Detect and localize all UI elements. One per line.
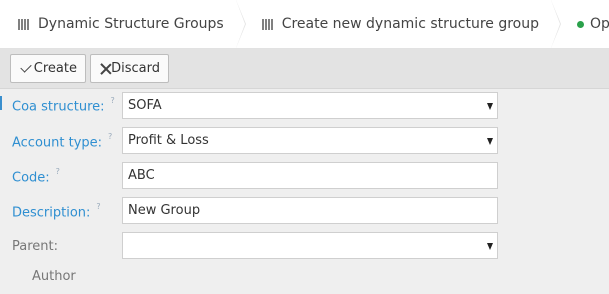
discard-button-label: Discard [111,61,160,76]
breadcrumb-item-dynamic-structure-groups[interactable]: Dynamic Structure Groups [0,0,246,48]
code-value: ABC [128,168,155,183]
breadcrumb-label: Create new dynamic structure group [281,16,539,32]
description-value: New Group [128,203,201,218]
coa-structure-value: SOFA [128,98,162,113]
toolbar: Create Discard [0,49,609,89]
parent-label: Parent: [12,239,58,254]
coa-structure-select[interactable]: SOFA [122,92,498,119]
breadcrumb-label: Dynamic Structure Groups [38,16,224,32]
close-icon [99,62,106,76]
status-label: Open [590,16,609,32]
dropdown-arrow-icon[interactable] [487,243,493,250]
list-icon [261,18,274,30]
account-type-value: Profit & Loss [128,133,209,148]
description-input[interactable]: New Group [122,197,498,224]
account-type-select[interactable]: Profit & Loss [122,127,498,154]
dropdown-arrow-icon[interactable] [487,138,493,145]
code-input[interactable]: ABC [122,162,498,189]
check-icon [19,62,29,76]
list-icon [18,18,30,30]
code-label: Code:? [12,167,60,186]
create-button-label: Create [33,61,77,76]
breadcrumb-item-create-group[interactable]: Create new dynamic structure group [235,0,562,48]
author-section-label: Author [32,269,76,284]
help-icon[interactable]: ? [56,167,60,176]
breadcrumb: Dynamic Structure Groups Create new dyna… [0,0,609,49]
coa-structure-label: Coa structure:? [12,96,115,115]
discard-button[interactable]: Discard [90,54,169,83]
create-button[interactable]: Create [10,54,86,83]
help-icon[interactable]: ? [108,132,112,141]
focus-indicator [0,96,2,110]
account-type-label: Account type:? [12,132,113,151]
parent-select[interactable] [122,232,498,259]
help-icon[interactable]: ? [96,202,100,211]
status-dot-icon [577,20,584,28]
help-icon[interactable]: ? [111,96,115,105]
description-label: Description:? [12,202,101,221]
dropdown-arrow-icon[interactable] [487,103,493,110]
